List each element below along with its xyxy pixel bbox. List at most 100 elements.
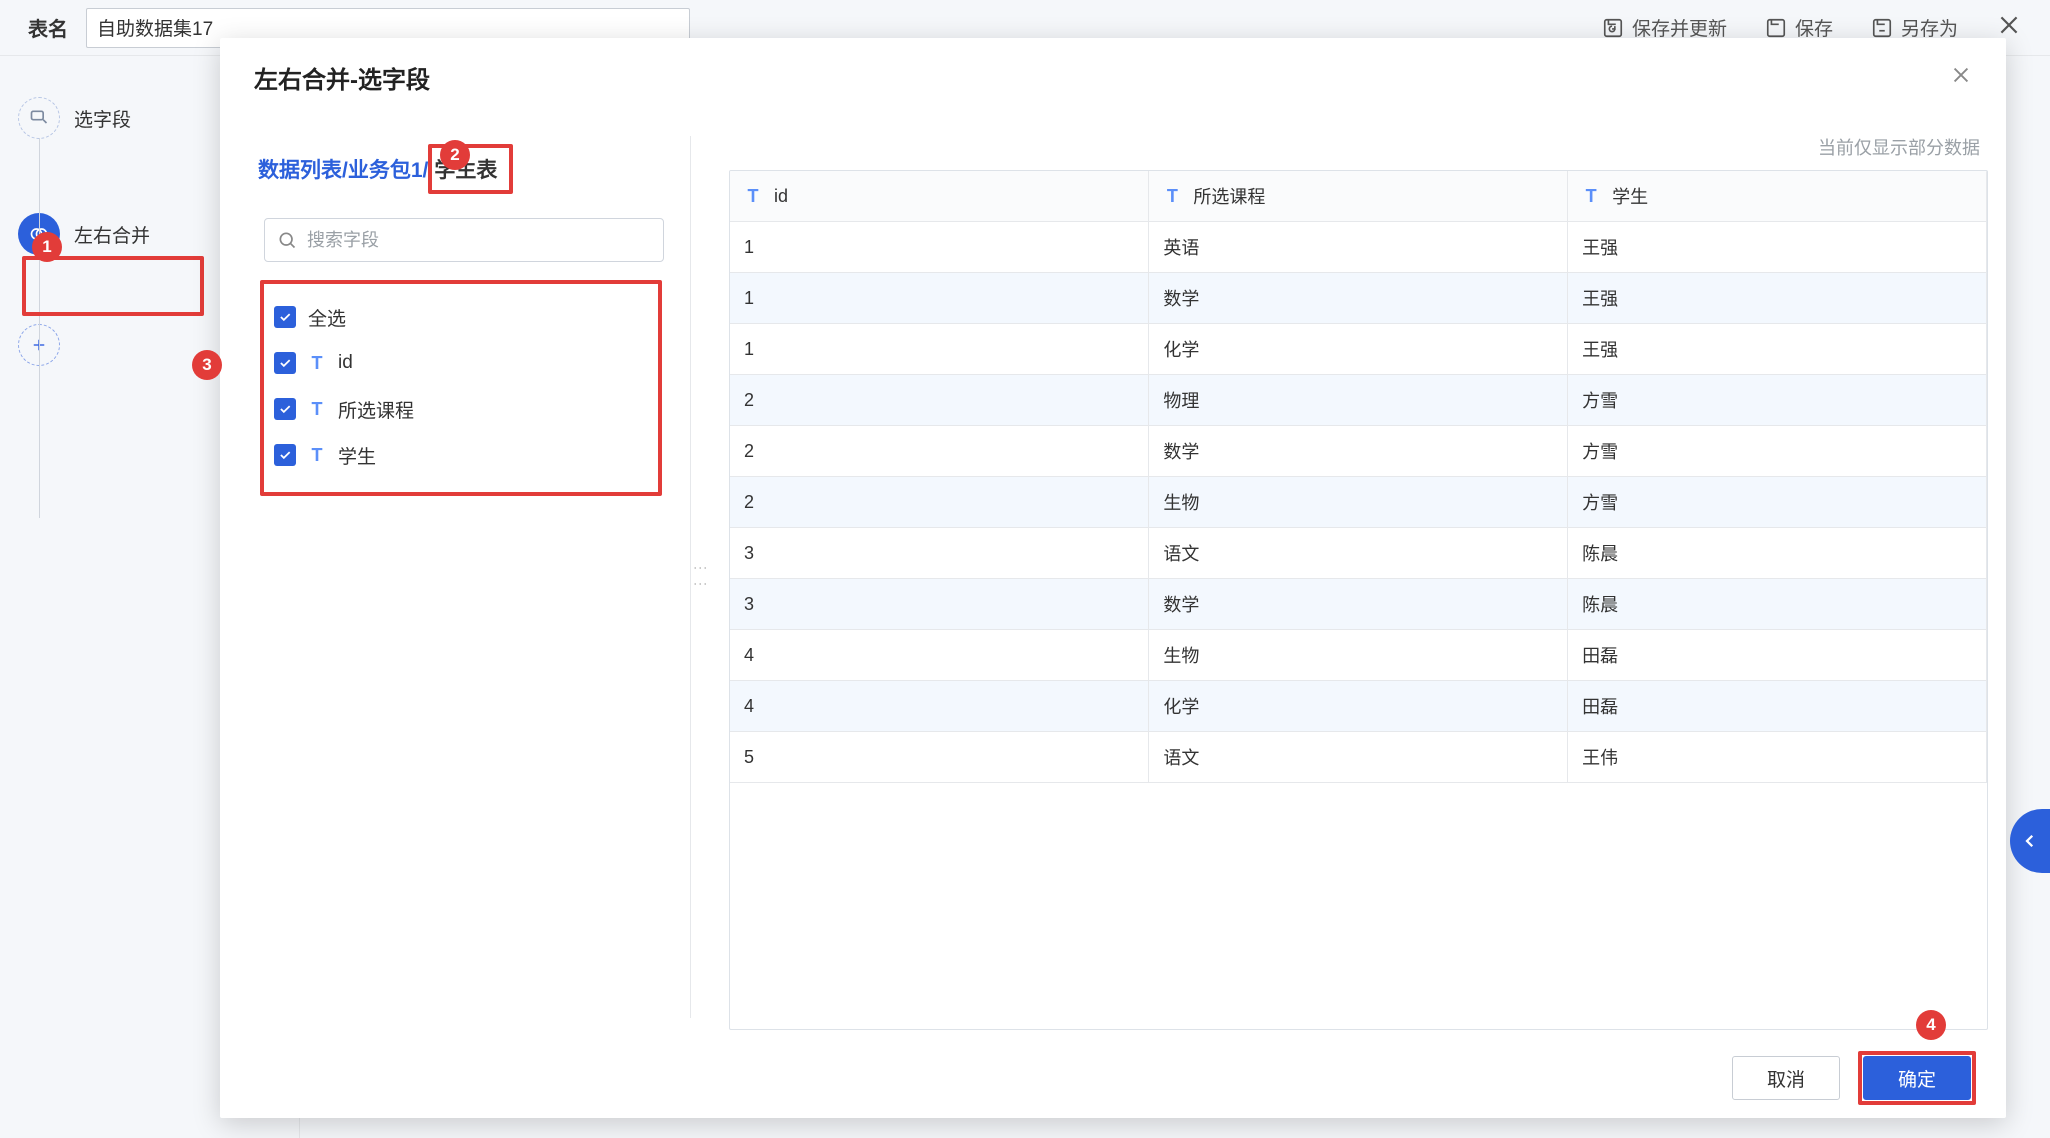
- preview-table-container[interactable]: Tid T所选课程 T学生 1英语王强1数学王强1化学王强2物理方雪2数学方雪2…: [729, 170, 1988, 1030]
- table-cell: 田磊: [1568, 681, 1987, 732]
- modal-footer: 取消 确定: [220, 1038, 2006, 1118]
- column-label: id: [774, 186, 788, 207]
- table-row[interactable]: 3数学陈晨: [730, 579, 1987, 630]
- table-cell: 4: [730, 630, 1149, 681]
- table-cell: 田磊: [1568, 630, 1987, 681]
- text-type-icon: T: [308, 399, 326, 420]
- checkbox-checked-icon[interactable]: [274, 398, 296, 420]
- step-join-label: 左右合并: [74, 221, 150, 248]
- column-header-course[interactable]: T 所选课程: [1149, 171, 1568, 222]
- save-label: 保存: [1795, 14, 1833, 41]
- close-icon: [1950, 64, 1972, 86]
- table-cell: 生物: [1149, 477, 1568, 528]
- column-header-id[interactable]: Tid: [730, 171, 1149, 222]
- preview-panel: 当前仅显示部分数据 Tid T所选课程 T学生 1英语王强1数学王强1化学王强2…: [719, 116, 1988, 1038]
- table-cell: 4: [730, 681, 1149, 732]
- table-cell: 3: [730, 579, 1149, 630]
- table-row[interactable]: 1英语王强: [730, 222, 1987, 273]
- table-cell: 王强: [1568, 273, 1987, 324]
- text-type-icon: T: [1582, 186, 1600, 207]
- select-all-row[interactable]: 全选: [274, 294, 648, 340]
- table-cell: 语文: [1149, 528, 1568, 579]
- text-type-icon: T: [1163, 186, 1181, 207]
- ok-button[interactable]: 确定: [1863, 1056, 1971, 1100]
- table-cell: 1: [730, 324, 1149, 375]
- text-type-icon: T: [308, 353, 326, 374]
- table-name-label: 表名: [28, 13, 68, 42]
- table-cell: 英语: [1149, 222, 1568, 273]
- table-cell: 1: [730, 222, 1149, 273]
- cancel-button[interactable]: 取消: [1732, 1056, 1840, 1100]
- table-row[interactable]: 4化学田磊: [730, 681, 1987, 732]
- table-row[interactable]: 1化学王强: [730, 324, 1987, 375]
- panel-divider: [690, 136, 691, 1018]
- field-label: 学生: [338, 442, 376, 469]
- table-cell: 化学: [1149, 681, 1568, 732]
- checkbox-checked-icon[interactable]: [274, 444, 296, 466]
- table-cell: 3: [730, 528, 1149, 579]
- save-as-button[interactable]: 另存为: [1871, 14, 1958, 41]
- table-row[interactable]: 5语文王伟: [730, 732, 1987, 783]
- checkbox-checked-icon[interactable]: [274, 306, 296, 328]
- table-cell: 数学: [1149, 426, 1568, 477]
- table-cell: 2: [730, 477, 1149, 528]
- table-cell: 物理: [1149, 375, 1568, 426]
- search-icon: [277, 230, 297, 250]
- column-label: 学生: [1612, 183, 1648, 209]
- table-cell: 生物: [1149, 630, 1568, 681]
- select-fields-modal: 左右合并-选字段 数据列表/业务包1/学生表 全选 T: [220, 38, 2006, 1118]
- table-cell: 王强: [1568, 222, 1987, 273]
- drag-handle-icon[interactable]: ⋮⋮: [693, 561, 709, 593]
- table-header-row: Tid T 所选课程 T 学生: [730, 171, 1987, 222]
- table-cell: 化学: [1149, 324, 1568, 375]
- table-cell: 2: [730, 375, 1149, 426]
- modal-close-button[interactable]: [1950, 64, 1972, 91]
- preview-hint: 当前仅显示部分数据: [1818, 134, 1980, 160]
- side-expand-tab[interactable]: [2010, 809, 2050, 873]
- field-list: 全选 T id T 所选课程 T 学生: [260, 280, 662, 496]
- field-row-student[interactable]: T 学生: [274, 432, 648, 478]
- field-selector-panel: 数据列表/业务包1/学生表 全选 T id T 所选: [250, 116, 688, 1038]
- annotation-badge-3: 3: [192, 350, 222, 380]
- field-label: id: [338, 352, 353, 374]
- column-label: 所选课程: [1193, 183, 1265, 209]
- table-row[interactable]: 2生物方雪: [730, 477, 1987, 528]
- table-row[interactable]: 2物理方雪: [730, 375, 1987, 426]
- annotation-badge-1: 1: [32, 232, 62, 262]
- column-header-student[interactable]: T 学生: [1568, 171, 1987, 222]
- step-select-fields-label: 选字段: [74, 105, 131, 132]
- table-cell: 王强: [1568, 324, 1987, 375]
- table-row[interactable]: 4生物田磊: [730, 630, 1987, 681]
- field-label: 所选课程: [338, 396, 414, 423]
- table-cell: 5: [730, 732, 1149, 783]
- annotation-badge-4: 4: [1916, 1010, 1946, 1040]
- table-row[interactable]: 1数学王强: [730, 273, 1987, 324]
- text-type-icon: T: [744, 186, 762, 207]
- table-cell: 语文: [1149, 732, 1568, 783]
- table-row[interactable]: 2数学方雪: [730, 426, 1987, 477]
- checkbox-checked-icon[interactable]: [274, 352, 296, 374]
- field-row-course[interactable]: T 所选课程: [274, 386, 648, 432]
- field-search-input[interactable]: [307, 230, 651, 251]
- table-cell: 方雪: [1568, 477, 1987, 528]
- table-cell: 数学: [1149, 273, 1568, 324]
- table-row[interactable]: 3语文陈晨: [730, 528, 1987, 579]
- save-as-icon: [1871, 17, 1893, 39]
- table-cell: 方雪: [1568, 426, 1987, 477]
- field-row-id[interactable]: T id: [274, 340, 648, 386]
- save-and-update-button[interactable]: 保存并更新: [1602, 14, 1727, 41]
- breadcrumb-root[interactable]: 数据列表: [258, 159, 342, 182]
- table-cell: 2: [730, 426, 1149, 477]
- table-cell: 1: [730, 273, 1149, 324]
- save-and-update-label: 保存并更新: [1632, 14, 1727, 41]
- save-refresh-icon: [1602, 17, 1624, 39]
- save-as-label: 另存为: [1901, 14, 1958, 41]
- field-search[interactable]: [264, 218, 664, 262]
- step-connector-line: [39, 138, 40, 518]
- modal-title: 左右合并-选字段: [254, 60, 430, 95]
- breadcrumb-pack[interactable]: 业务包1: [348, 159, 423, 182]
- table-cell: 王伟: [1568, 732, 1987, 783]
- table-cell: 数学: [1149, 579, 1568, 630]
- table-cell: 陈晨: [1568, 579, 1987, 630]
- save-button[interactable]: 保存: [1765, 14, 1833, 41]
